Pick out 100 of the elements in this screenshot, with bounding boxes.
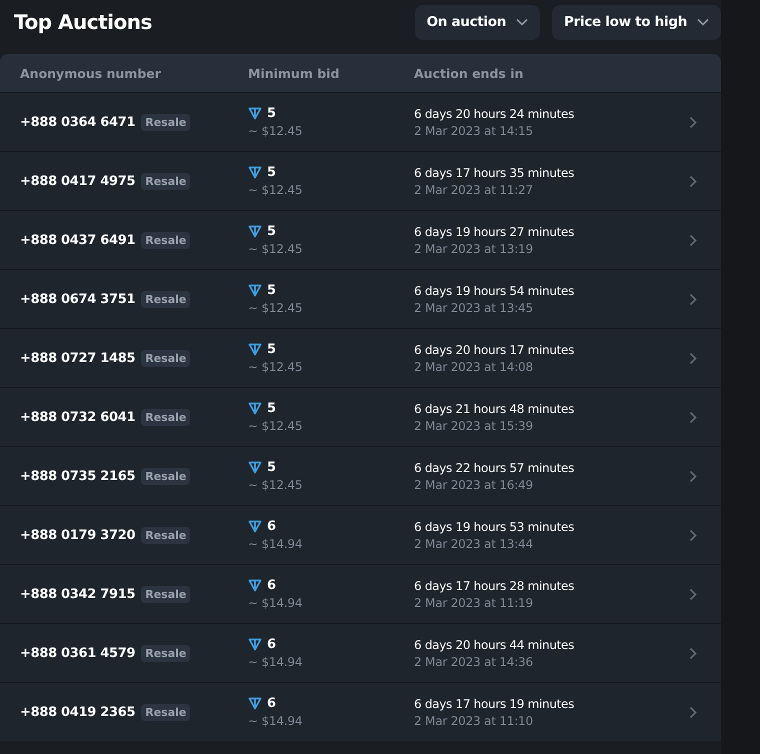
resale-tag: Resale xyxy=(141,350,190,366)
resale-tag: Resale xyxy=(141,172,190,190)
time-remaining: 6 days 20 hours 17 minutes xyxy=(414,342,576,356)
phone-number: +888 0674 3751 xyxy=(20,292,136,306)
usd-price: ~ $14.94 xyxy=(248,537,304,551)
diamond-icon xyxy=(248,343,262,356)
column-header: Auction ends in xyxy=(414,66,524,80)
chevron-right-icon xyxy=(689,352,697,364)
resale-tag: Resale xyxy=(141,704,190,720)
end-date: 2 Mar 2023 at 13:45 xyxy=(414,300,534,314)
end-date: 2 Mar 2023 at 13:19 xyxy=(414,242,534,256)
column-header: Minimum bid xyxy=(248,66,340,80)
time-remaining: 6 days 20 hours 24 minutes xyxy=(414,106,576,120)
chevron-right-icon xyxy=(689,234,697,246)
usd-price: ~ $12.45 xyxy=(248,478,304,492)
phone-number: +888 0364 6471 xyxy=(20,114,136,130)
phone-number: +888 0342 7915 xyxy=(20,586,136,602)
chevron-right-icon xyxy=(689,292,697,306)
phone-number: +888 0735 2165 xyxy=(20,468,136,484)
resale-tag: Resale xyxy=(141,644,190,662)
phone-number: +888 0419 2365 xyxy=(20,704,136,720)
end-date: 2 Mar 2023 at 16:49 xyxy=(414,478,534,492)
auction-row[interactable]: +888 0727 1485 Resale 5 ~ $12.45 6 days 20 hours 17 minutes 2 Mar 2023 at 14:08 xyxy=(0,328,721,387)
bid-amount: 5 xyxy=(267,165,276,180)
chevron-right-icon xyxy=(689,116,697,128)
auction-row[interactable]: +888 0419 2365 Resale 6 ~ $14.94 6 days 17 hours 19 minutes 2 Mar 2023 at 11:10 xyxy=(0,682,721,741)
auction-row[interactable]: +888 0179 3720 Resale 6 ~ $14.94 6 days 19 hours 53 minutes 2 Mar 2023 at 13:44 xyxy=(0,505,721,564)
end-date: 2 Mar 2023 at 14:08 xyxy=(414,360,534,374)
diamond-icon xyxy=(248,461,262,474)
auction-row[interactable]: +888 0735 2165 Resale 5 ~ $12.45 6 days 22 hours 57 minutes 2 Mar 2023 at 16:49 xyxy=(0,446,721,505)
bid-amount: 6 xyxy=(267,637,276,652)
resale-tag: Resale xyxy=(141,114,190,130)
phone-number: +888 0179 3720 xyxy=(20,528,136,542)
usd-price: ~ $12.45 xyxy=(248,301,304,315)
bid-amount: 6 xyxy=(267,696,276,711)
time-remaining: 6 days 20 hours 44 minutes xyxy=(414,638,576,652)
end-date: 2 Mar 2023 at 11:10 xyxy=(414,714,534,728)
end-date: 2 Mar 2023 at 14:15 xyxy=(414,124,534,138)
chevron-down-icon xyxy=(697,18,709,26)
chevron-right-icon xyxy=(689,410,697,424)
chevron-right-icon xyxy=(689,588,697,600)
usd-price: ~ $14.94 xyxy=(248,655,304,669)
filter-dropdown[interactable]: On auction xyxy=(414,4,540,40)
column-header: Anonymous number xyxy=(20,66,162,80)
time-remaining: 6 days 17 hours 35 minutes xyxy=(414,166,576,180)
time-remaining: 6 days 22 hours 57 minutes xyxy=(414,460,576,474)
auction-row[interactable]: +888 0674 3751 Resale 5 ~ $12.45 6 days 19 hours 54 minutes 2 Mar 2023 at 13:45 xyxy=(0,269,721,328)
chevron-down-icon xyxy=(516,18,528,26)
time-remaining: 6 days 21 hours 48 minutes xyxy=(414,402,576,416)
diamond-icon xyxy=(248,166,262,179)
bid-amount: 5 xyxy=(267,283,276,298)
diamond-icon xyxy=(248,284,262,297)
chevron-right-icon xyxy=(689,706,697,718)
auction-row[interactable]: +888 0732 6041 Resale 5 ~ $12.45 6 days 21 hours 48 minutes 2 Mar 2023 at 15:39 xyxy=(0,387,721,446)
resale-tag: Resale xyxy=(141,290,190,308)
diamond-icon xyxy=(248,579,262,592)
end-date: 2 Mar 2023 at 13:44 xyxy=(414,536,534,550)
auction-row[interactable]: +888 0342 7915 Resale 6 ~ $14.94 6 days 17 hours 28 minutes 2 Mar 2023 at 11:19 xyxy=(0,564,721,623)
bid-amount: 5 xyxy=(267,342,276,357)
chevron-right-icon xyxy=(689,646,697,660)
time-remaining: 6 days 19 hours 27 minutes xyxy=(414,224,576,238)
auction-row[interactable]: +888 0361 4579 Resale 6 ~ $14.94 6 days 20 hours 44 minutes 2 Mar 2023 at 14:36 xyxy=(0,623,721,682)
chevron-right-icon xyxy=(689,470,697,482)
phone-number: +888 0417 4975 xyxy=(20,174,136,188)
diamond-icon xyxy=(248,638,262,651)
time-remaining: 6 days 17 hours 28 minutes xyxy=(414,578,576,592)
time-remaining: 6 days 19 hours 53 minutes xyxy=(414,520,576,534)
resale-tag: Resale xyxy=(141,232,190,248)
diamond-icon xyxy=(248,402,262,415)
resale-tag: Resale xyxy=(141,408,190,426)
chevron-right-icon xyxy=(689,174,697,188)
bid-amount: 5 xyxy=(267,224,276,239)
end-date: 2 Mar 2023 at 15:39 xyxy=(414,418,534,432)
diamond-icon xyxy=(248,225,262,238)
resale-tag: Resale xyxy=(141,468,190,484)
chevron-right-icon xyxy=(689,528,697,542)
phone-number: +888 0437 6491 xyxy=(20,232,136,248)
filter-dropdown[interactable]: Price low to high xyxy=(552,4,721,40)
diamond-icon xyxy=(248,697,262,710)
auction-row[interactable]: +888 0437 6491 Resale 5 ~ $12.45 6 days 19 hours 27 minutes 2 Mar 2023 at 13:19 xyxy=(0,210,721,269)
phone-number: +888 0727 1485 xyxy=(20,350,136,366)
diamond-icon xyxy=(248,520,262,533)
end-date: 2 Mar 2023 at 11:27 xyxy=(414,182,534,196)
auction-row[interactable]: +888 0417 4975 Resale 5 ~ $12.45 6 days 17 hours 35 minutes 2 Mar 2023 at 11:27 xyxy=(0,151,721,210)
phone-number: +888 0361 4579 xyxy=(20,646,136,660)
auction-row[interactable]: +888 0364 6471 Resale 5 ~ $12.45 6 days 20 hours 24 minutes 2 Mar 2023 at 14:15 xyxy=(0,92,721,151)
usd-price: ~ $12.45 xyxy=(248,183,304,197)
diamond-icon xyxy=(248,107,262,120)
phone-number: +888 0732 6041 xyxy=(20,410,136,424)
bid-amount: 6 xyxy=(267,578,276,593)
usd-price: ~ $14.94 xyxy=(248,714,304,728)
resale-tag: Resale xyxy=(141,526,190,544)
usd-price: ~ $12.45 xyxy=(248,242,304,256)
time-remaining: 6 days 17 hours 19 minutes xyxy=(414,696,576,710)
end-date: 2 Mar 2023 at 14:36 xyxy=(414,654,534,668)
resale-tag: Resale xyxy=(141,586,190,602)
usd-price: ~ $14.94 xyxy=(248,596,304,610)
usd-price: ~ $12.45 xyxy=(248,360,304,374)
time-remaining: 6 days 19 hours 54 minutes xyxy=(414,284,576,298)
usd-price: ~ $12.45 xyxy=(248,419,304,433)
